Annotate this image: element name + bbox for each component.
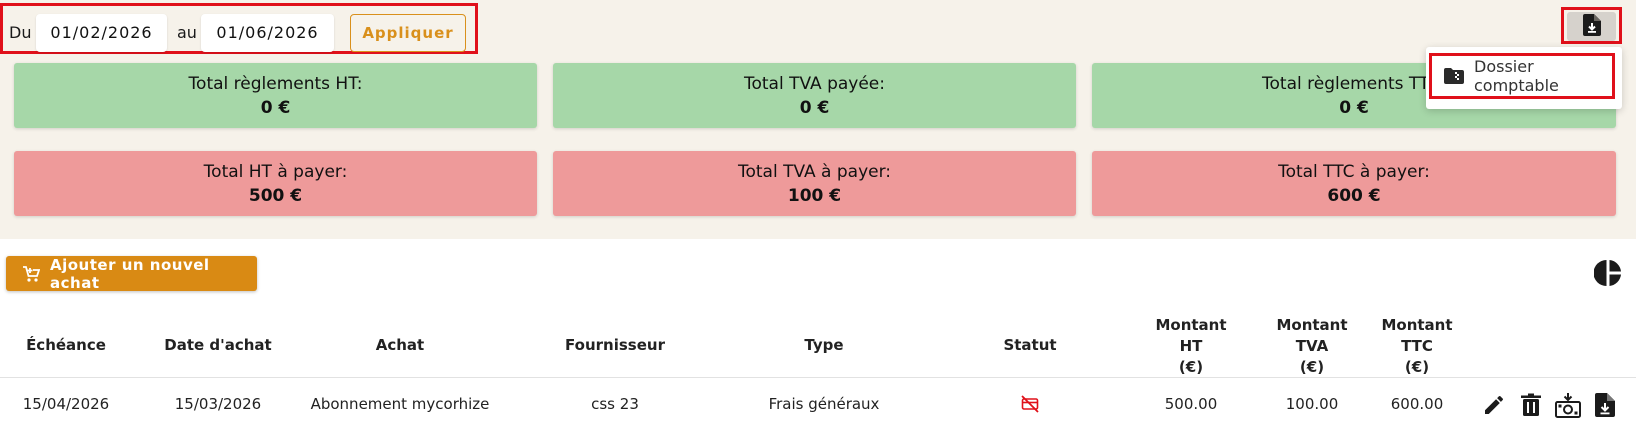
unpaid-icon: [1020, 394, 1040, 414]
header-line: Montant: [1381, 316, 1453, 334]
column-header-date-achat[interactable]: Date d'achat: [158, 336, 278, 354]
header-line: (€): [1178, 358, 1204, 376]
card-total-ttc-a-payer: Total TTC à payer: 600 €: [1092, 151, 1616, 216]
date-to-input[interactable]: 01/06/2026: [201, 14, 334, 52]
header-line: (€): [1404, 358, 1430, 376]
date-range-filter: Du 01/02/2026 au 01/06/2026 Appliquer: [0, 3, 478, 54]
column-header-statut[interactable]: Statut: [980, 336, 1080, 354]
cell-fournisseur: css 23: [591, 395, 639, 413]
card-title: Total HT à payer:: [203, 162, 348, 182]
cell-type: Frais généraux: [768, 395, 880, 413]
column-header-montant-ht[interactable]: Montant HT (€): [1148, 315, 1234, 378]
column-header-montant-ttc[interactable]: Montant TTC (€): [1374, 315, 1460, 378]
filter-and-summary-area: Du 01/02/2026 au 01/06/2026 Appliquer To…: [0, 0, 1636, 239]
cell-achat: Abonnement mycorhize: [310, 395, 490, 413]
column-header-echeance[interactable]: Échéance: [16, 336, 116, 354]
column-header-achat[interactable]: Achat: [300, 336, 500, 354]
to-label: au: [177, 23, 197, 42]
export-button[interactable]: [1567, 12, 1616, 41]
add-purchase-button[interactable]: Ajouter un nouvel achat: [6, 255, 257, 292]
header-line: TVA: [1295, 337, 1329, 355]
card-value: 0 €: [799, 98, 830, 118]
header-line: Montant: [1276, 316, 1348, 334]
card-total-ht-a-payer: Total HT à payer: 500 €: [14, 151, 537, 216]
cell-montant-ttc: 600.00: [1390, 395, 1444, 413]
card-title: Total TVA payée:: [744, 74, 885, 94]
export-dropdown-menu: Dossier comptable: [1426, 47, 1622, 109]
card-value: 0 €: [260, 98, 291, 118]
card-value: 500 €: [248, 186, 303, 206]
header-line: Montant: [1155, 316, 1227, 334]
column-header-type[interactable]: Type: [744, 336, 904, 354]
download-invoice-icon[interactable]: [1590, 390, 1620, 420]
record-payment-icon[interactable]: [1553, 390, 1583, 420]
card-total-tva-a-payer: Total TVA à payer: 100 €: [553, 151, 1076, 216]
header-divider: [0, 377, 1636, 378]
folder-zip-icon: [1444, 68, 1464, 84]
menu-item-label: Dossier comptable: [1474, 57, 1559, 95]
card-title: Total TTC à payer:: [1278, 162, 1430, 182]
cell-montant-tva: 100.00: [1285, 395, 1339, 413]
cell-date-achat: 15/03/2026: [174, 395, 262, 413]
add-purchase-label: Ajouter un nouvel achat: [50, 255, 210, 292]
edit-icon[interactable]: [1479, 390, 1509, 420]
card-total-reglements-ht: Total règlements HT: 0 €: [14, 63, 537, 128]
export-highlight: [1561, 7, 1622, 44]
header-line: HT: [1179, 337, 1203, 355]
column-header-fournisseur[interactable]: Fournisseur: [540, 336, 690, 354]
file-download-icon: [1582, 13, 1601, 40]
card-title: Total TVA à payer:: [737, 162, 892, 182]
header-line: (€): [1299, 358, 1325, 376]
apply-button[interactable]: Appliquer: [350, 14, 466, 52]
card-value: 100 €: [787, 186, 842, 206]
card-value: 600 €: [1327, 186, 1381, 206]
column-header-montant-tva[interactable]: Montant TVA (€): [1269, 315, 1355, 378]
cart-plus-icon: [22, 265, 40, 283]
menu-item-dossier-comptable[interactable]: Dossier comptable: [1429, 53, 1615, 99]
cell-montant-ht: 500.00: [1164, 395, 1218, 413]
from-label: Du: [9, 23, 32, 42]
header-line: TTC: [1401, 337, 1433, 355]
pie-chart-icon[interactable]: [1593, 259, 1622, 287]
card-total-tva-payee: Total TVA payée: 0 €: [553, 63, 1076, 128]
delete-icon[interactable]: [1516, 390, 1546, 420]
date-from-input[interactable]: 01/02/2026: [36, 14, 167, 52]
card-title: Total règlements HT:: [188, 74, 363, 94]
cell-echeance: 15/04/2026: [22, 395, 110, 413]
